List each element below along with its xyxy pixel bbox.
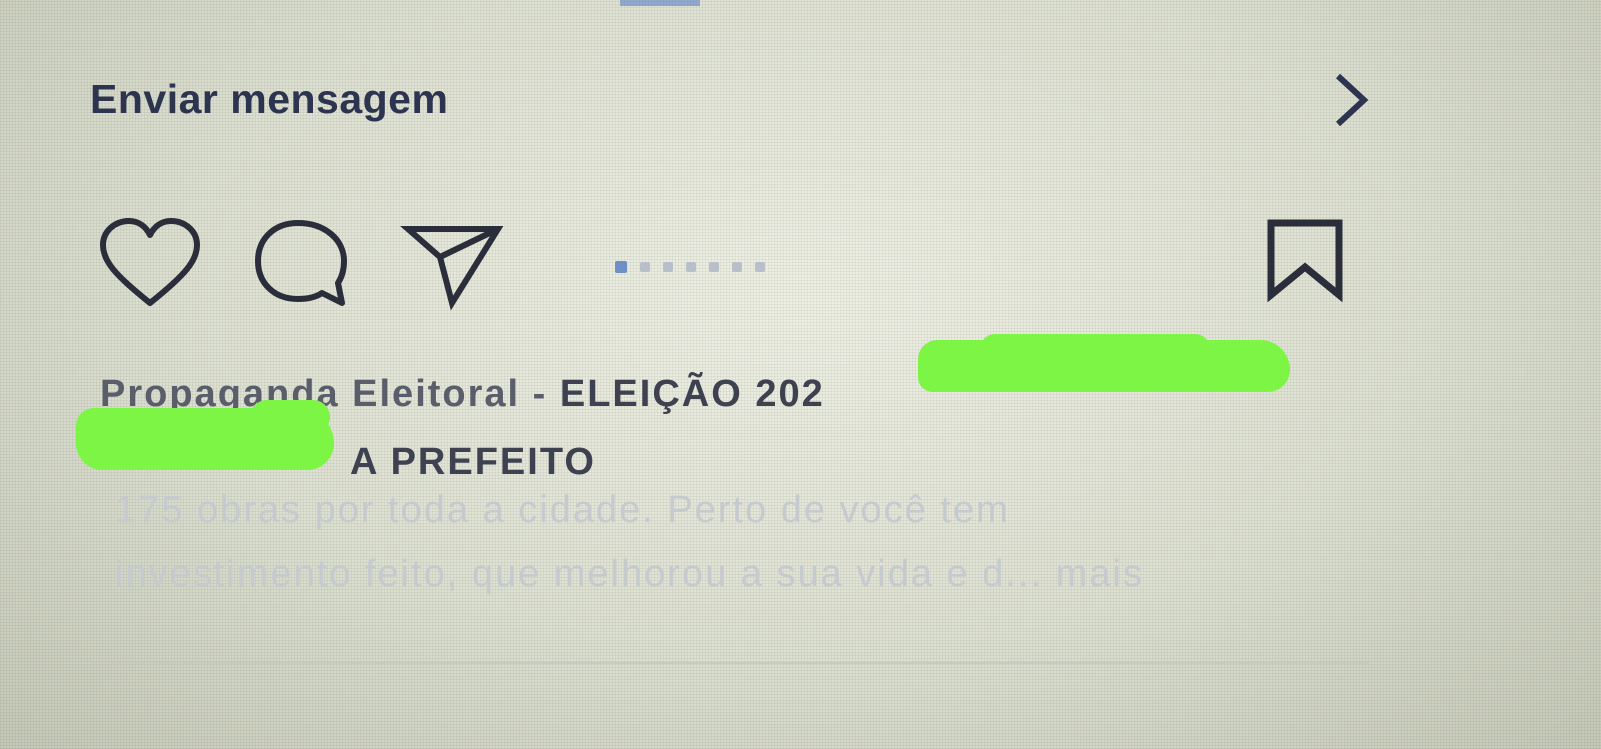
bookmark-icon[interactable]: [1255, 215, 1365, 315]
carousel-dot: [755, 262, 765, 272]
chevron-right-icon[interactable]: [1330, 70, 1370, 130]
caption-description: 175 obras por toda a cidade. Perto de vo…: [115, 478, 1335, 606]
redaction-mark: [250, 400, 330, 434]
caption-description-line-1: 175 obras por toda a cidade. Perto de vo…: [115, 489, 1010, 531]
carousel-dot: [686, 262, 696, 272]
carousel-indicator: [615, 260, 765, 274]
heart-icon[interactable]: [95, 215, 205, 315]
paper-plane-icon[interactable]: [400, 215, 510, 315]
carousel-dot-active: [615, 261, 627, 273]
caption-candidate-role: A PREFEITO: [350, 441, 596, 483]
post-action-bar: [95, 215, 1385, 315]
carousel-dot: [663, 262, 673, 272]
redaction-mark: [980, 334, 1210, 364]
comment-icon[interactable]: [250, 215, 360, 315]
top-accent-bar: [620, 0, 700, 6]
carousel-dot: [732, 262, 742, 272]
divider: [90, 662, 1370, 664]
send-message-label: Enviar mensagem: [90, 76, 449, 122]
caption-description-line-2[interactable]: investimento feito, que melhorou a sua v…: [115, 542, 1335, 606]
carousel-dot: [640, 262, 650, 272]
carousel-dot: [709, 262, 719, 272]
caption-election-title: ELEIÇÃO 202: [559, 373, 825, 415]
send-message-row[interactable]: Enviar mensagem: [84, 60, 1384, 140]
